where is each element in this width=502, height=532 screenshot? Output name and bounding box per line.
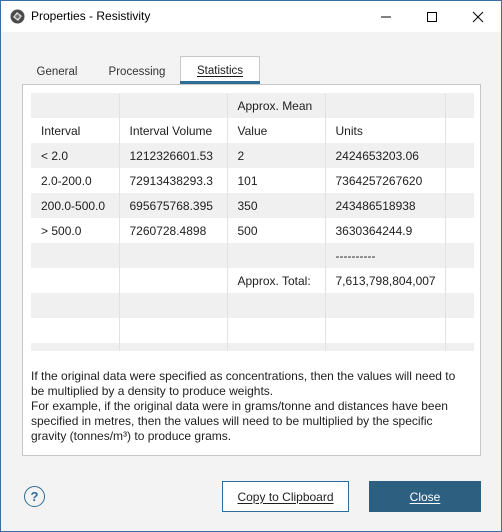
table-cell: 2 [226,143,325,168]
note-concentration: If the original data were specified as c… [31,369,456,398]
table-cell [444,293,474,318]
table-cell: Approx. Total: [226,268,325,293]
table-cell [226,293,325,318]
app-logo-icon [9,8,26,25]
dialog-body: General Processing Statistics Approx. Me… [1,32,501,531]
table-cell: 695675768.395 [118,193,227,218]
tab-statistics-label: Statistics [196,64,243,77]
table-row [31,293,474,318]
table-cell: 200.0-500.0 [31,193,119,218]
table-cell [226,243,325,268]
table-cell [31,293,119,318]
table-cell: 7,613,798,804,007 [324,268,445,293]
table-cell [324,343,445,351]
help-icon: ? [30,489,39,504]
table-cell [324,93,445,118]
table-cell [444,343,474,351]
table-row: > 500.0 7260728.4898 500 3630364244.9 [31,218,474,243]
table-cell [118,93,227,118]
table-cell [444,118,474,143]
table-row: < 2.0 1212326601.53 2 2424653203.06 [31,143,474,168]
table-cell [31,318,119,343]
title-bar[interactable]: Properties - Resistivity [1,1,501,32]
table-cell [31,268,119,293]
table-cell [118,343,227,351]
table-row: Approx. Mean [31,93,474,118]
minimize-button[interactable] [363,1,409,32]
table-cell: > 500.0 [41,223,82,238]
table-cell [444,168,474,193]
copy-to-clipboard-button[interactable]: Copy to Clipboard [222,481,349,512]
table-cell: Value [226,118,325,143]
table-row: Approx. Total: 7,613,798,804,007 [31,268,474,293]
table-row: 200.0-500.0 695675768.395 350 243486518938 [31,193,474,218]
table-cell [226,318,325,343]
table-cell [324,293,445,318]
table-cell: 500 [226,218,325,243]
table-cell [444,193,474,218]
statistics-panel: Approx. Mean Interval Interval Volume Value… [22,84,481,456]
table-cell [31,93,119,118]
table-cell [444,318,474,343]
close-button-label: Close [409,489,441,504]
table-cell [118,243,227,268]
table-cell: < 2.0 [31,143,119,168]
table-cell [324,318,445,343]
table-cell [31,343,119,351]
table-cell: 350 [226,193,325,218]
table-cell: Interval [41,123,81,138]
maximize-icon [427,11,437,22]
table-cell [118,268,227,293]
note-example: For example, if the original data were i… [31,399,448,443]
table-cell: ---------- [324,243,445,268]
copy-to-clipboard-label: Copy to Clipboard [237,489,334,504]
table-cell: 3630364244.9 [324,218,445,243]
help-button[interactable]: ? [24,486,45,507]
table-cell: 2.0-200.0 [41,173,92,188]
close-window-button[interactable] [455,1,501,32]
table-cell [444,143,474,168]
table-cell [444,93,474,118]
tab-statistics[interactable]: Statistics [180,56,260,84]
table-cell [118,318,227,343]
minimize-icon [381,16,391,17]
table-cell [118,293,227,318]
table-cell: 243486518938 [324,193,445,218]
statistics-note: If the original data were specified as c… [31,369,471,444]
window-title: Properties - Resistivity [31,9,151,23]
table-cell: Approx. Mean [226,93,325,118]
table-row: Interval Interval Volume Value Units [31,118,474,143]
statistics-table: Approx. Mean Interval Interval Volume Value… [31,93,474,351]
table-row: 2.0-200.0 72913438293.3 101 7364257267620 [31,168,474,193]
properties-window: Properties - Resistivity General Process… [0,0,502,532]
table-cell [444,218,474,243]
tab-processing-label: Processing [108,66,166,78]
table-cell: Units [324,118,445,143]
tab-processing[interactable]: Processing [99,60,175,84]
tab-general[interactable]: General [27,60,87,84]
close-button[interactable]: Close [369,481,481,512]
table-row [31,318,474,343]
table-cell [31,243,119,268]
table-cell: 101 [226,168,325,193]
table-cell: 7364257267620 [324,168,445,193]
table-row [31,343,474,351]
table-cell: 72913438293.3 [118,168,227,193]
table-cell [226,343,325,351]
table-cell: 2424653203.06 [324,143,445,168]
statistics-grid[interactable]: Approx. Mean Interval Interval Volume Value… [31,93,474,351]
close-icon [472,11,484,22]
table-row: ---------- [31,243,474,268]
table-cell: 1212326601.53 [118,143,227,168]
table-cell: 7260728.4898 [118,218,227,243]
maximize-button[interactable] [409,1,455,32]
table-cell [444,268,474,293]
table-cell [444,243,474,268]
tab-general-label: General [36,66,78,78]
table-cell: Interval Volume [118,118,227,143]
